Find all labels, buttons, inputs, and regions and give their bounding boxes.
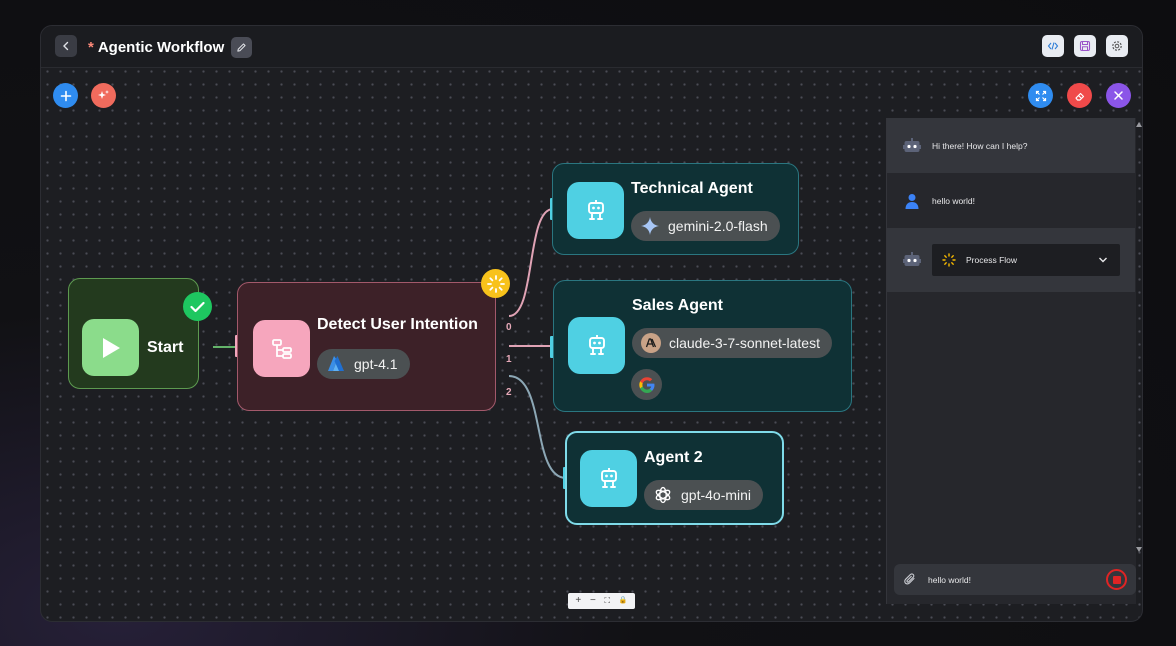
loading-icon (942, 253, 956, 267)
branch-icon (271, 338, 292, 359)
chat-message-bot-2: Process Flow (887, 228, 1135, 292)
sales-node-label: Sales Agent (632, 297, 723, 314)
workflow-window: * Agentic Workflow Start Detect User Int… (40, 25, 1143, 622)
start-node-label: Start (147, 339, 184, 356)
start-node-icon (82, 319, 139, 376)
technical-node-icon (567, 182, 624, 239)
chat-message-user-1: hello world! (887, 173, 1135, 228)
fit-view-button[interactable]: ⛶ (605, 596, 611, 606)
chat-panel: Hi there! How can I help? hello world! P… (886, 118, 1142, 604)
chat-input-bar (894, 564, 1136, 595)
check-icon (190, 301, 205, 312)
technical-node-label: Technical Agent (631, 180, 753, 197)
scroll-down-arrow[interactable] (1136, 547, 1142, 552)
start-node[interactable]: Start (68, 278, 199, 389)
zoom-in-button[interactable]: + (575, 596, 581, 606)
robot-icon (600, 467, 617, 488)
agent2-model-name: gpt-4o-mini (681, 487, 752, 503)
bot-avatar-icon (902, 250, 922, 270)
stop-icon (1112, 575, 1121, 584)
user-avatar-icon (902, 191, 922, 211)
detect-node-icon (253, 320, 310, 377)
technical-model-name: gemini-2.0-flash (668, 218, 768, 234)
attach-button[interactable] (904, 573, 916, 586)
anthropic-icon (641, 333, 661, 353)
process-flow-label: Process Flow (966, 255, 1018, 265)
azure-icon (326, 354, 346, 374)
process-flow-dropdown[interactable]: Process Flow (932, 244, 1120, 276)
scroll-up-arrow[interactable] (1136, 122, 1142, 127)
chevron-down-icon (1099, 257, 1107, 263)
play-icon (102, 337, 120, 358)
robot-icon (587, 199, 604, 220)
sales-tool-google[interactable] (631, 369, 662, 400)
sales-node-icon (568, 317, 625, 374)
bot-avatar-icon (902, 136, 922, 156)
detect-model-badge[interactable]: gpt-4.1 (317, 349, 410, 379)
agent2-node[interactable]: Agent 2 gpt-4o-mini (565, 431, 784, 525)
agent2-node-label: Agent 2 (644, 449, 703, 466)
detect-model-name: gpt-4.1 (354, 356, 398, 372)
detect-running-spinner (481, 269, 510, 298)
agent2-node-icon (580, 450, 637, 507)
google-icon (638, 376, 654, 393)
output-label-0: 0 (506, 322, 512, 333)
chat-message-text: Hi there! How can I help? (932, 140, 1028, 151)
chat-message-text: hello world! (932, 195, 975, 206)
output-label-1: 1 (506, 354, 512, 365)
detect-node-label: Detect User Intention (317, 316, 478, 333)
start-complete-badge (183, 292, 212, 321)
technical-model-badge[interactable]: gemini-2.0-flash (631, 211, 780, 241)
detect-intention-node[interactable]: Detect User Intention gpt-4.1 (237, 282, 496, 411)
chat-message-bot-1: Hi there! How can I help? (887, 118, 1135, 173)
edge-detect-technical (508, 208, 554, 317)
zoom-out-button[interactable]: − (590, 596, 596, 606)
loading-icon (486, 274, 505, 293)
stop-button[interactable] (1106, 569, 1127, 590)
technical-agent-node[interactable]: Technical Agent gemini-2.0-flash (552, 163, 799, 255)
gemini-icon (640, 216, 660, 236)
output-label-2: 2 (506, 387, 512, 398)
agent2-model-badge[interactable]: gpt-4o-mini (644, 480, 764, 510)
chat-message-input[interactable] (928, 574, 1098, 585)
sales-model-name: claude-3-7-sonnet-latest (669, 335, 820, 351)
paperclip-icon (904, 573, 915, 585)
zoom-controls: + − ⛶ 🔒 (568, 593, 635, 609)
openai-icon (653, 485, 673, 505)
lock-button[interactable]: 🔒 (619, 596, 628, 606)
robot-icon (588, 334, 605, 355)
sales-agent-node[interactable]: Sales Agent claude-3-7-sonnet-latest (553, 280, 852, 412)
sales-model-badge[interactable]: claude-3-7-sonnet-latest (632, 328, 832, 358)
